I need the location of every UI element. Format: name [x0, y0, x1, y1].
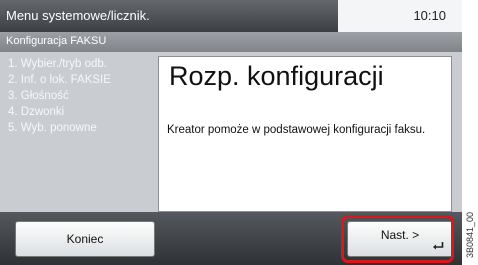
wizard-steps: 1. Wybier./tryb odb. 2. Inf. o lok. FAKS… — [8, 56, 160, 136]
step-item: 1. Wybier./tryb odb. — [8, 58, 107, 70]
highlight-frame — [341, 215, 454, 263]
step-item: 3. Głośność — [8, 90, 69, 102]
figure-code: 3B0841_00 — [462, 205, 478, 265]
sub-title: Konfiguracja FAKSU — [6, 35, 107, 47]
title-area: Menu systemowe/licznik. — [0, 0, 338, 32]
sub-title-bar: Konfiguracja FAKSU — [0, 32, 462, 52]
cancel-button[interactable]: Koniec — [15, 221, 155, 257]
panel-description: Kreator pomoże w podstawowej konfiguracj… — [167, 124, 426, 136]
step-item: 5. Wyb. ponowne — [8, 122, 97, 134]
content-panel: Rozp. konfiguracji Kreator pomoże w pods… — [158, 56, 452, 212]
clock-area: 10:10 — [338, 0, 462, 32]
figure-code-text: 3B0841_00 — [465, 211, 475, 259]
step-item: 4. Dzwonki — [8, 106, 65, 118]
clock: 10:10 — [413, 8, 446, 23]
title-bar: Menu systemowe/licznik. 10:10 — [0, 0, 462, 32]
screen-title: Menu systemowe/licznik. — [6, 8, 150, 23]
panel-title: Rozp. konfiguracji — [169, 61, 384, 91]
step-item: 2. Inf. o lok. FAKSIE — [8, 74, 111, 86]
